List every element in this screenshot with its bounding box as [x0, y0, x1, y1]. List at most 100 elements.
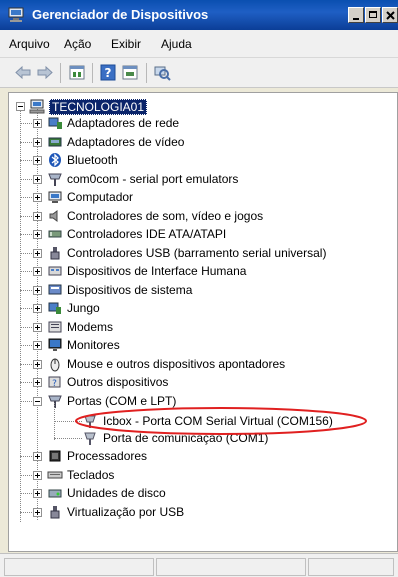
menu-ajuda[interactable]: Ajuda	[161, 37, 192, 51]
category-label[interactable]: Adaptadores de vídeo	[67, 135, 184, 149]
tree-connector	[20, 511, 32, 513]
expand-icon[interactable]	[33, 452, 42, 461]
display-adapter-icon	[48, 137, 62, 146]
tree-connector	[20, 345, 32, 346]
tree-category-port[interactable]: Portas (COM e LPT)	[9, 393, 389, 410]
category-label[interactable]: Controladores IDE ATA/ATAPI	[67, 227, 226, 241]
tree-category-keyboard[interactable]: Teclados	[9, 467, 389, 484]
category-label[interactable]: Dispositivos de sistema	[67, 283, 192, 297]
collapse-icon[interactable]	[16, 102, 25, 111]
view-icon[interactable]	[121, 64, 139, 81]
expand-icon[interactable]	[33, 156, 42, 165]
tree-connector	[20, 400, 32, 402]
expand-icon[interactable]	[33, 174, 42, 184]
tree-connector	[20, 160, 32, 161]
menu-exibir[interactable]: Exibir	[111, 37, 141, 51]
category-label[interactable]: Controladores USB (barramento serial uni…	[67, 246, 326, 260]
expand-icon[interactable]	[33, 359, 42, 369]
tree-category-monitor[interactable]: Monitores	[9, 337, 389, 354]
device-tree[interactable]: TECNOLOGIA01 Adaptadores de rede Adaptado…	[8, 92, 398, 552]
category-label[interactable]: Virtualização por USB	[67, 505, 184, 519]
back-arrow-icon[interactable]	[14, 64, 32, 81]
expand-icon[interactable]	[33, 489, 42, 498]
category-label[interactable]: Modems	[67, 320, 113, 334]
category-label[interactable]: Jungo	[67, 301, 100, 315]
root-label[interactable]: TECNOLOGIA01	[49, 99, 148, 115]
tree-category-system-devices[interactable]: Dispositivos de sistema	[9, 282, 389, 299]
tree-root[interactable]: TECNOLOGIA01	[9, 98, 389, 115]
category-label[interactable]: Unidades de disco	[67, 486, 166, 500]
scan-hardware-icon[interactable]	[153, 64, 171, 81]
title-bar[interactable]: Gerenciador de Dispositivos	[0, 0, 398, 30]
expand-icon[interactable]	[33, 267, 42, 276]
port-item-com1[interactable]: Porta de comunicação (COM1)	[9, 430, 389, 447]
menu-arquivo[interactable]: Arquivo	[9, 37, 50, 51]
collapse-icon[interactable]	[33, 396, 42, 406]
ide-controller-icon	[48, 230, 62, 238]
port-label[interactable]: Porta de comunicação (COM1)	[103, 431, 268, 445]
port-item-icbox[interactable]: Icbox - Porta COM Serial Virtual (COM156…	[9, 413, 389, 430]
properties-icon[interactable]	[68, 64, 86, 81]
tree-category-processor[interactable]: Processadores	[9, 448, 389, 465]
category-label[interactable]: Mouse e outros dispositivos apontadores	[67, 357, 285, 371]
tree-category-other-devices[interactable]: ? Outros dispositivos	[9, 374, 389, 391]
device-manager-icon	[8, 7, 24, 22]
tree-category-serial-emulator[interactable]: com0com - serial port emulators	[9, 171, 389, 188]
svg-text:?: ?	[105, 66, 112, 80]
category-label[interactable]: Portas (COM e LPT)	[67, 394, 176, 408]
category-label[interactable]: Controladores de som, vídeo e jogos	[67, 209, 263, 223]
tree-connector	[20, 141, 32, 143]
close-button[interactable]	[382, 7, 398, 23]
expand-icon[interactable]	[33, 341, 42, 350]
tree-connector	[20, 363, 32, 365]
help-icon[interactable]: ?	[99, 64, 117, 81]
tree-connector	[20, 215, 32, 217]
tree-category-display-adapter[interactable]: Adaptadores de vídeo	[9, 134, 389, 151]
category-label[interactable]: Outros dispositivos	[67, 375, 168, 389]
minimize-button[interactable]	[348, 7, 364, 23]
tree-connector	[20, 456, 32, 457]
expand-icon[interactable]	[33, 378, 42, 387]
window-title: Gerenciador de Dispositivos	[32, 7, 209, 22]
tree-category-speaker[interactable]: Controladores de som, vídeo e jogos	[9, 208, 389, 225]
tree-category-bluetooth[interactable]: Bluetooth	[9, 152, 389, 169]
category-label[interactable]: Processadores	[67, 449, 147, 463]
svg-text:?: ?	[52, 379, 57, 389]
forward-arrow-icon[interactable]	[36, 64, 54, 81]
menu-acao[interactable]: Ação	[64, 37, 91, 51]
other-devices-icon: ?	[48, 376, 61, 389]
expand-icon[interactable]	[33, 304, 42, 313]
tree-category-network-adapter[interactable]: Adaptadores de rede	[9, 115, 389, 132]
expand-icon[interactable]	[33, 470, 42, 480]
tree-category-usb[interactable]: Controladores USB (barramento serial uni…	[9, 245, 389, 262]
category-label[interactable]: Computador	[67, 190, 133, 204]
expand-icon[interactable]	[33, 193, 42, 202]
category-label[interactable]: Dispositivos de Interface Humana	[67, 264, 246, 278]
tree-category-computer[interactable]: Computador	[9, 189, 389, 206]
category-label[interactable]: Teclados	[67, 468, 114, 482]
expand-icon[interactable]	[33, 285, 42, 295]
serial-emulator-icon	[48, 173, 62, 186]
tree-category-jungo[interactable]: Jungo	[9, 300, 389, 317]
maximize-button[interactable]	[365, 7, 381, 23]
tree-category-modem[interactable]: Modems	[9, 319, 389, 336]
expand-icon[interactable]	[33, 211, 42, 221]
expand-icon[interactable]	[33, 137, 42, 147]
tree-category-usb-virtualization[interactable]: Virtualização por USB	[9, 504, 389, 521]
tree-category-disk-drive[interactable]: Unidades de disco	[9, 485, 389, 502]
category-label[interactable]: Bluetooth	[67, 153, 118, 167]
tree-category-hid[interactable]: Dispositivos de Interface Humana	[9, 263, 389, 280]
mouse-icon	[50, 358, 60, 371]
expand-icon[interactable]	[33, 322, 42, 332]
category-label[interactable]: Adaptadores de rede	[67, 116, 179, 130]
port-label[interactable]: Icbox - Porta COM Serial Virtual (COM156…	[103, 414, 333, 428]
tree-category-mouse[interactable]: Mouse e outros dispositivos apontadores	[9, 356, 389, 373]
expand-icon[interactable]	[33, 230, 42, 239]
expand-icon[interactable]	[33, 248, 42, 258]
tree-category-ide-controller[interactable]: Controladores IDE ATA/ATAPI	[9, 226, 389, 243]
expand-icon[interactable]	[33, 507, 42, 517]
expand-icon[interactable]	[33, 119, 42, 128]
tree-connector	[20, 123, 32, 124]
category-label[interactable]: Monitores	[67, 338, 120, 352]
category-label[interactable]: com0com - serial port emulators	[67, 172, 238, 186]
